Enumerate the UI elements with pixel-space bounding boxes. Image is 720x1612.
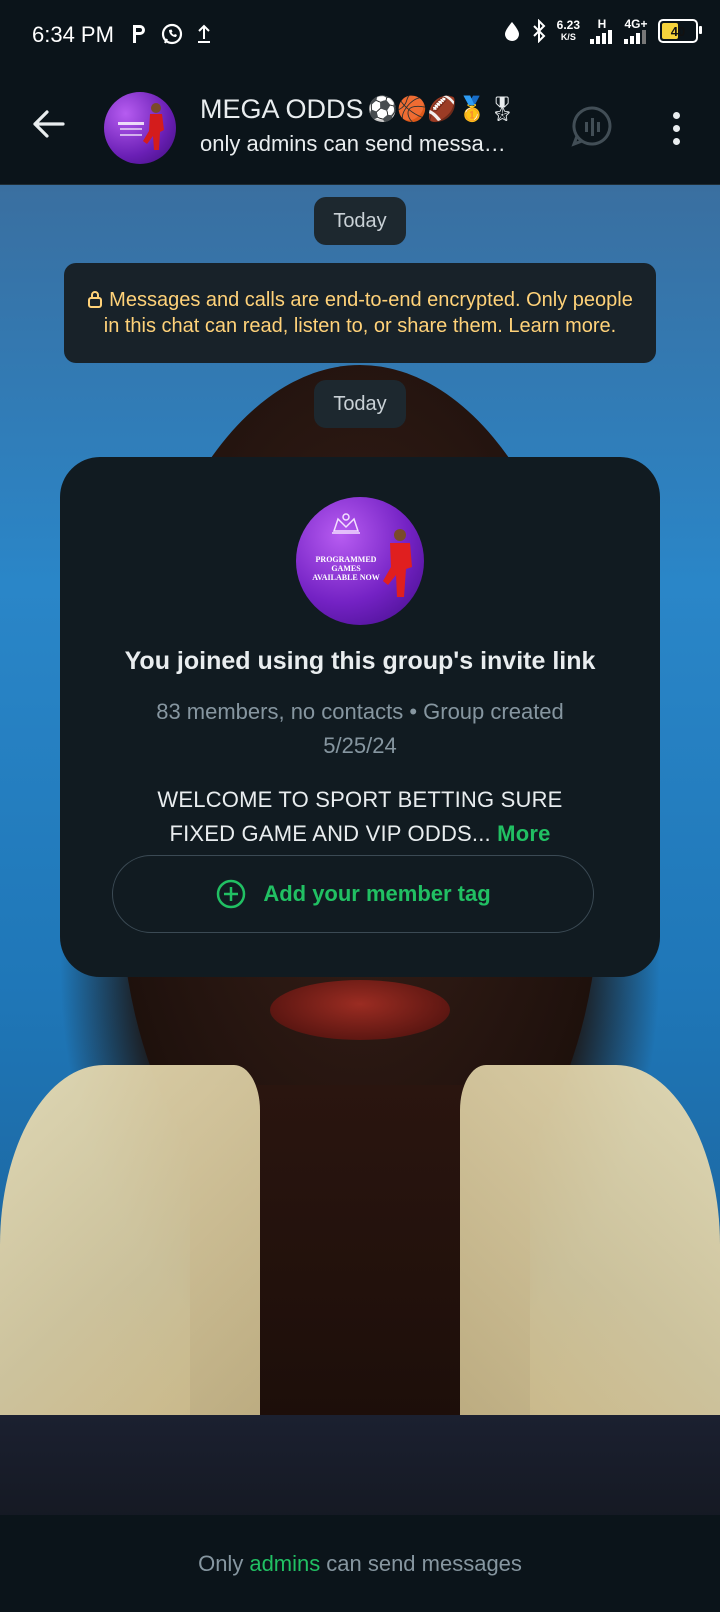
title-emojis: ⚽🏀🏈🥇🎖 — [367, 96, 518, 123]
dot-icon — [672, 124, 680, 132]
battery-icon: 40 — [658, 19, 702, 43]
voice-chat-button[interactable] — [568, 102, 616, 150]
arrow-left-icon — [33, 110, 65, 138]
encryption-text: Messages and calls are end-to-end encryp… — [103, 289, 633, 337]
data-saver-icon — [504, 22, 519, 41]
group-avatar-large[interactable]: PROGRAMMED GAMES AVAILABLE NOW — [296, 497, 424, 625]
signal-2: 4G+ — [624, 18, 648, 44]
voice-chat-icon — [571, 106, 612, 147]
player-icon — [383, 529, 412, 597]
avatar-text-1: PROGRAMMED GAMES — [315, 555, 377, 573]
group-subtitle: only admins can send messa… — [200, 131, 506, 156]
back-button[interactable] — [26, 102, 70, 146]
bluetooth-icon — [532, 19, 546, 43]
status-time: 6:34 PM — [32, 22, 114, 47]
p-app-icon — [133, 25, 145, 43]
avatar-text-2: AVAILABLE NOW — [312, 573, 380, 582]
player-image-icon — [118, 103, 164, 150]
more-link[interactable]: More — [497, 821, 550, 846]
dot-icon — [672, 111, 680, 119]
date-chip: Today — [314, 197, 406, 245]
status-right: 6.23 K/S H 4G+ 40 — [503, 18, 702, 44]
status-left-icons — [130, 22, 212, 46]
dot-icon — [672, 137, 680, 145]
lock-icon — [88, 291, 103, 308]
status-bar: 6:34 PM 6.23 K/S H 4G+ 40 — [0, 0, 720, 72]
group-info-card: PROGRAMMED GAMES AVAILABLE NOW You joine… — [60, 457, 660, 977]
encryption-notice[interactable]: Messages and calls are end-to-end encryp… — [64, 263, 656, 363]
whatsapp-icon — [161, 23, 183, 45]
card-meta: 83 members, no contacts • Group created … — [156, 699, 564, 758]
card-title: You joined using this group's invite lin… — [124, 647, 596, 675]
network-speed: 6.23 K/S — [556, 18, 580, 42]
group-title: MEGA ODDS ⚽🏀🏈🥇🎖 — [200, 94, 518, 124]
signal-bars-icon — [590, 30, 612, 44]
footer-notice: Only admins can send messages — [0, 1515, 720, 1612]
footer-prefix: Only — [198, 1550, 244, 1576]
signal-bars-icon-2 — [624, 30, 646, 44]
signal-1: H — [590, 18, 614, 44]
wallpaper-shirt — [0, 1415, 720, 1515]
wallpaper-lips — [270, 980, 450, 1040]
plus-circle-icon — [217, 879, 246, 909]
date-chip-2: Today — [314, 380, 406, 428]
add-member-tag-label: Add your member tag — [263, 881, 491, 906]
admins-link[interactable]: admins — [249, 1551, 320, 1577]
header-title-area[interactable]: MEGA ODDS ⚽🏀🏈🥇🎖 only admins can send mes… — [200, 94, 540, 157]
group-avatar[interactable] — [104, 92, 176, 164]
crown-logo-icon — [332, 513, 360, 534]
upload-icon — [198, 24, 210, 43]
more-options-button[interactable] — [656, 104, 696, 152]
footer-suffix: can send messages — [326, 1550, 522, 1576]
add-member-tag-button[interactable]: Add your member tag — [112, 855, 594, 933]
chat-header: MEGA ODDS ⚽🏀🏈🥇🎖 only admins can send mes… — [0, 72, 720, 185]
card-description: WELCOME TO SPORT BETTING SURE FIXED GAME… — [130, 783, 590, 851]
chat-area[interactable]: Today Messages and calls are end-to-end … — [0, 185, 720, 1515]
